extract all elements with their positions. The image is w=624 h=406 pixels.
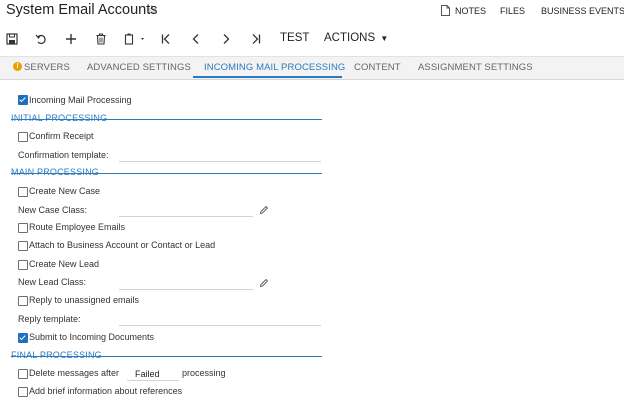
create-new-lead-checkbox[interactable] [18, 260, 28, 270]
attach-to-account-label: Attach to Business Account or Contact or… [29, 240, 216, 250]
confirm-receipt-label: Confirm Receipt [29, 131, 94, 141]
new-case-class-field[interactable] [119, 216, 253, 217]
create-new-case-label: Create New Case [29, 186, 101, 196]
delete-icon [96, 33, 106, 45]
previous-icon [192, 34, 199, 44]
add-brief-info-label: Add brief information about references [29, 386, 183, 396]
tab-incoming-mail-processing[interactable]: INCOMING MAIL PROCESSING [204, 62, 345, 73]
new-lead-class-label: New Lead Class: [18, 277, 87, 287]
confirmation-template-field[interactable] [119, 161, 321, 162]
delete-messages-suffix: processing [182, 368, 226, 378]
caret-down-icon: ▼ [380, 34, 389, 43]
previous-record-button[interactable] [187, 31, 205, 47]
tab-content[interactable]: CONTENT [354, 62, 401, 73]
attach-to-account-checkbox[interactable] [18, 241, 28, 251]
final-processing-heading: FINAL PROCESSING [11, 350, 102, 360]
tab-servers[interactable]: SERVERS [24, 62, 70, 73]
reply-unassigned-label: Reply to unassigned emails [29, 295, 140, 305]
new-lead-class-field[interactable] [119, 289, 253, 290]
add-brief-info-checkbox[interactable] [18, 387, 28, 397]
section-divider [11, 119, 322, 120]
save-button[interactable] [3, 31, 21, 47]
undo-icon [35, 34, 46, 45]
notes-icon[interactable] [441, 5, 450, 16]
last-record-button[interactable] [247, 31, 265, 47]
actions-menu-button[interactable]: ACTIONS ▼ [324, 32, 388, 44]
test-button[interactable]: TEST [280, 32, 309, 44]
delete-button[interactable] [92, 31, 110, 47]
business-events-link[interactable]: BUSINESS EVENTS [541, 6, 624, 16]
route-employee-emails-label: Route Employee Emails [29, 222, 126, 232]
save-icon [6, 33, 18, 45]
active-tab-indicator [193, 76, 342, 78]
submit-incoming-documents-checkbox[interactable] [18, 333, 28, 343]
first-icon [161, 34, 170, 44]
tab-assignment-settings[interactable]: ASSIGNMENT SETTINGS [418, 62, 533, 73]
initial-processing-heading: INITIAL PROCESSING [11, 113, 108, 123]
confirm-receipt-checkbox[interactable] [18, 132, 28, 142]
favorite-star-icon[interactable]: ☆ [146, 2, 158, 18]
actions-label: ACTIONS [324, 32, 376, 44]
page-title: System Email Accounts [6, 2, 158, 18]
delete-messages-label: Delete messages after [29, 368, 120, 378]
add-button[interactable] [62, 31, 80, 47]
edit-pencil-icon[interactable] [259, 278, 269, 288]
main-processing-heading: MAIN PROCESSING [11, 167, 100, 177]
add-icon [66, 34, 76, 44]
create-new-lead-label: Create New Lead [29, 259, 100, 269]
warning-icon: ! [13, 62, 22, 71]
notes-link[interactable]: NOTES [455, 6, 486, 16]
last-icon [252, 34, 261, 44]
delete-messages-status-select[interactable]: Failed [135, 369, 160, 379]
edit-pencil-icon[interactable] [259, 205, 269, 215]
submit-incoming-documents-label: Submit to Incoming Documents [29, 332, 155, 342]
section-divider [11, 356, 322, 357]
incoming-mail-processing-checkbox[interactable] [18, 95, 28, 105]
reply-template-field[interactable] [119, 325, 321, 326]
tab-advanced-settings[interactable]: ADVANCED SETTINGS [87, 62, 191, 73]
reply-unassigned-checkbox[interactable] [18, 296, 28, 306]
undo-button[interactable] [32, 31, 50, 47]
first-record-button[interactable] [157, 31, 175, 47]
copy-paste-icon [124, 33, 144, 45]
next-record-button[interactable] [217, 31, 235, 47]
files-link[interactable]: FILES [500, 6, 525, 16]
new-case-class-label: New Case Class: [18, 205, 88, 215]
incoming-mail-processing-label: Incoming Mail Processing [29, 95, 132, 105]
section-divider [11, 173, 322, 174]
confirmation-template-label: Confirmation template: [18, 150, 109, 160]
status-select-underline [127, 380, 179, 381]
create-new-case-checkbox[interactable] [18, 187, 28, 197]
copy-paste-button[interactable] [122, 31, 150, 47]
next-icon [223, 34, 230, 44]
route-employee-emails-checkbox[interactable] [18, 223, 28, 233]
delete-messages-checkbox[interactable] [18, 369, 28, 379]
reply-template-label: Reply template: [18, 314, 81, 324]
